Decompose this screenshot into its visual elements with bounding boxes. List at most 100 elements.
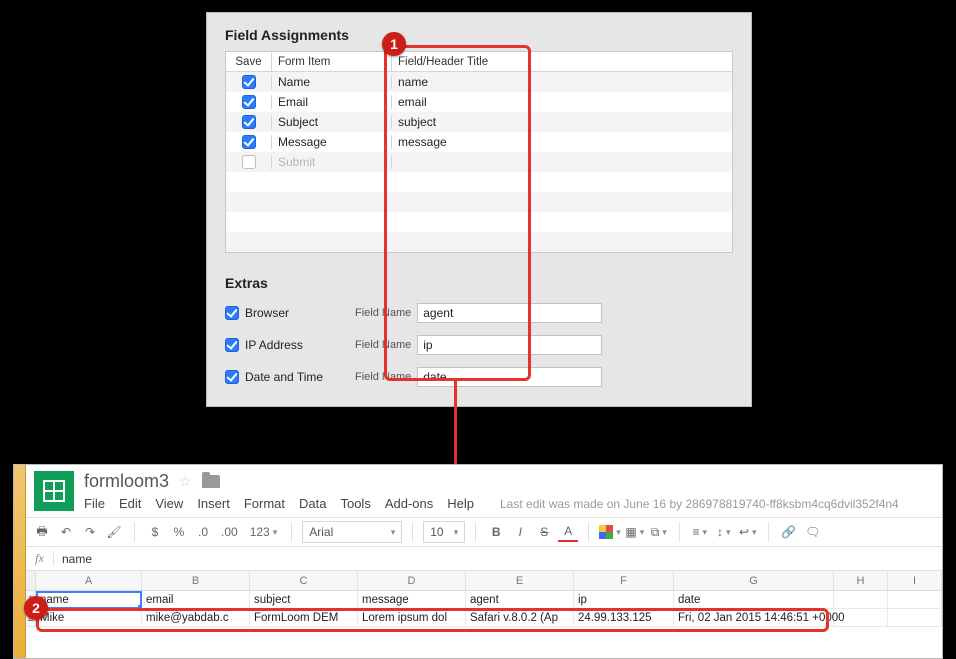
cell[interactable]: subject xyxy=(250,591,358,609)
menu-help[interactable]: Help xyxy=(447,496,474,511)
col-header[interactable]: F xyxy=(574,571,674,590)
fieldname-label: Field Name xyxy=(355,307,411,319)
fieldname-input[interactable] xyxy=(417,335,602,355)
col-header[interactable]: I xyxy=(888,571,942,590)
merge-button[interactable]: ⧉ xyxy=(649,522,669,542)
cell[interactable]: Safari v.8.0.2 (Ap xyxy=(466,609,574,627)
extra-label: Date and Time xyxy=(245,370,323,384)
menu-data[interactable]: Data xyxy=(299,496,326,511)
bold-button[interactable]: B xyxy=(486,522,506,542)
table-row: Subject subject xyxy=(226,112,732,132)
title-value[interactable]: message xyxy=(392,135,732,149)
table-row: Email email xyxy=(226,92,732,112)
borders-button[interactable]: ▦ xyxy=(625,522,645,542)
cell[interactable]: name xyxy=(36,591,142,609)
format-currency-button[interactable]: $ xyxy=(145,522,165,542)
strike-button[interactable]: S xyxy=(534,522,554,542)
title-value[interactable]: subject xyxy=(392,115,732,129)
last-edit-text: Last edit was made on June 16 by 2869788… xyxy=(500,497,899,511)
item-label: Submit xyxy=(272,155,392,169)
v-align-button[interactable]: ↕ xyxy=(714,522,734,542)
cell[interactable]: Mike xyxy=(36,609,142,627)
save-checkbox[interactable] xyxy=(242,115,256,129)
sheets-app-icon xyxy=(34,471,74,511)
h-align-button[interactable]: ≡ xyxy=(690,522,710,542)
more-formats-button[interactable]: 123 xyxy=(246,522,282,542)
menu-tools[interactable]: Tools xyxy=(340,496,370,511)
cell[interactable] xyxy=(834,609,888,627)
cell[interactable]: 24.99.133.125 xyxy=(574,609,674,627)
extra-checkbox[interactable] xyxy=(225,338,239,352)
menu-addons[interactable]: Add-ons xyxy=(385,496,433,511)
cell[interactable]: Fri, 02 Jan 2015 14:46:51 +0000 xyxy=(674,609,834,627)
paint-format-icon[interactable]: 🖌 xyxy=(104,522,124,542)
insert-link-icon[interactable]: 🔗 xyxy=(779,522,799,542)
fx-label: fx xyxy=(26,551,54,566)
fx-value[interactable]: name xyxy=(54,552,92,566)
folder-icon[interactable] xyxy=(202,475,220,488)
decrease-decimal-button[interactable]: .0 xyxy=(193,522,213,542)
extra-checkbox[interactable] xyxy=(225,306,239,320)
callout-badge-2: 2 xyxy=(24,596,48,620)
fieldname-input[interactable] xyxy=(417,303,602,323)
save-checkbox[interactable] xyxy=(242,135,256,149)
title-value[interactable]: name xyxy=(392,75,732,89)
cell[interactable] xyxy=(888,591,942,609)
col-header[interactable]: A xyxy=(36,571,142,590)
cell[interactable] xyxy=(888,609,942,627)
wrap-button[interactable]: ↩ xyxy=(738,522,758,542)
undo-icon[interactable]: ↶ xyxy=(56,522,76,542)
increase-decimal-button[interactable]: .00 xyxy=(217,522,242,542)
cell[interactable]: date xyxy=(674,591,834,609)
cell[interactable]: message xyxy=(358,591,466,609)
redo-icon[interactable]: ↷ xyxy=(80,522,100,542)
cell[interactable]: Lorem ipsum dol xyxy=(358,609,466,627)
item-label: Email xyxy=(272,95,392,109)
menu-view[interactable]: View xyxy=(155,496,183,511)
cell[interactable]: FormLoom DEM xyxy=(250,609,358,627)
table-row-empty xyxy=(226,192,732,212)
spreadsheet-grid[interactable]: A B C D E F G H I 1 name email subject m… xyxy=(26,571,942,627)
text-color-button[interactable]: A xyxy=(558,522,578,542)
cell[interactable] xyxy=(834,591,888,609)
menu-file[interactable]: File xyxy=(84,496,105,511)
menu-format[interactable]: Format xyxy=(244,496,285,511)
extra-row-ip: IP Address Field Name xyxy=(225,335,733,355)
col-header[interactable]: E xyxy=(466,571,574,590)
save-checkbox[interactable] xyxy=(242,75,256,89)
table-row-empty xyxy=(226,212,732,232)
extras-title: Extras xyxy=(225,275,733,291)
insert-comment-icon[interactable]: 🗨 xyxy=(803,522,823,542)
cell[interactable]: email xyxy=(142,591,250,609)
table-header-row: Save Form Item Field/Header Title xyxy=(226,52,732,72)
star-icon[interactable]: ☆ xyxy=(179,473,192,490)
col-header[interactable]: G xyxy=(674,571,834,590)
menu-insert[interactable]: Insert xyxy=(197,496,230,511)
cell[interactable]: agent xyxy=(466,591,574,609)
formula-bar: fx name xyxy=(26,547,942,571)
table-row: Name name xyxy=(226,72,732,92)
col-header[interactable]: C xyxy=(250,571,358,590)
title-value[interactable]: email xyxy=(392,95,732,109)
item-label: Subject xyxy=(272,115,392,129)
menu-edit[interactable]: Edit xyxy=(119,496,141,511)
col-header[interactable]: B xyxy=(142,571,250,590)
cell[interactable]: ip xyxy=(574,591,674,609)
col-header[interactable]: D xyxy=(358,571,466,590)
fill-color-button[interactable] xyxy=(599,522,621,542)
menu-bar: File Edit View Insert Format Data Tools … xyxy=(84,496,899,511)
col-header[interactable]: H xyxy=(834,571,888,590)
fieldname-input[interactable] xyxy=(417,367,602,387)
font-select[interactable]: Arial▾ xyxy=(302,521,402,543)
print-icon[interactable]: 🖶 xyxy=(32,522,52,542)
cell[interactable]: mike@yabdab.c xyxy=(142,609,250,627)
font-size-select[interactable]: 10▾ xyxy=(423,521,465,543)
doc-title[interactable]: formloom3 xyxy=(84,471,169,492)
format-percent-button[interactable]: % xyxy=(169,522,189,542)
extra-row-date: Date and Time Field Name xyxy=(225,367,733,387)
italic-button[interactable]: I xyxy=(510,522,530,542)
save-checkbox[interactable] xyxy=(242,155,256,169)
extra-checkbox[interactable] xyxy=(225,370,239,384)
assignments-table: Save Form Item Field/Header Title Name n… xyxy=(225,51,733,253)
save-checkbox[interactable] xyxy=(242,95,256,109)
